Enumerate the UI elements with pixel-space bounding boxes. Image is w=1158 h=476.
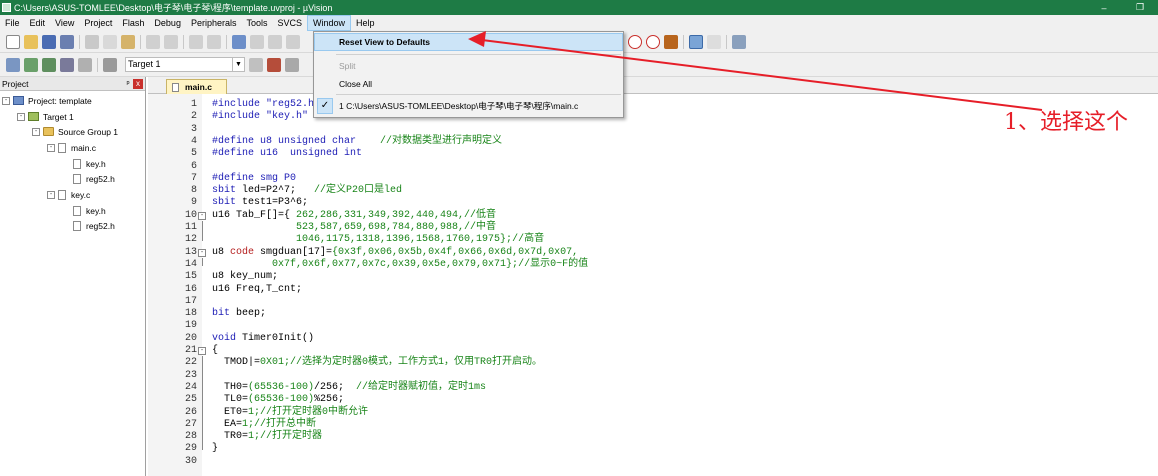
arrow-line (481, 39, 1043, 111)
annotation-text: 1、选择这个 (1004, 110, 1128, 135)
annotation-arrow (468, 31, 1043, 111)
arrow-head (468, 31, 486, 47)
